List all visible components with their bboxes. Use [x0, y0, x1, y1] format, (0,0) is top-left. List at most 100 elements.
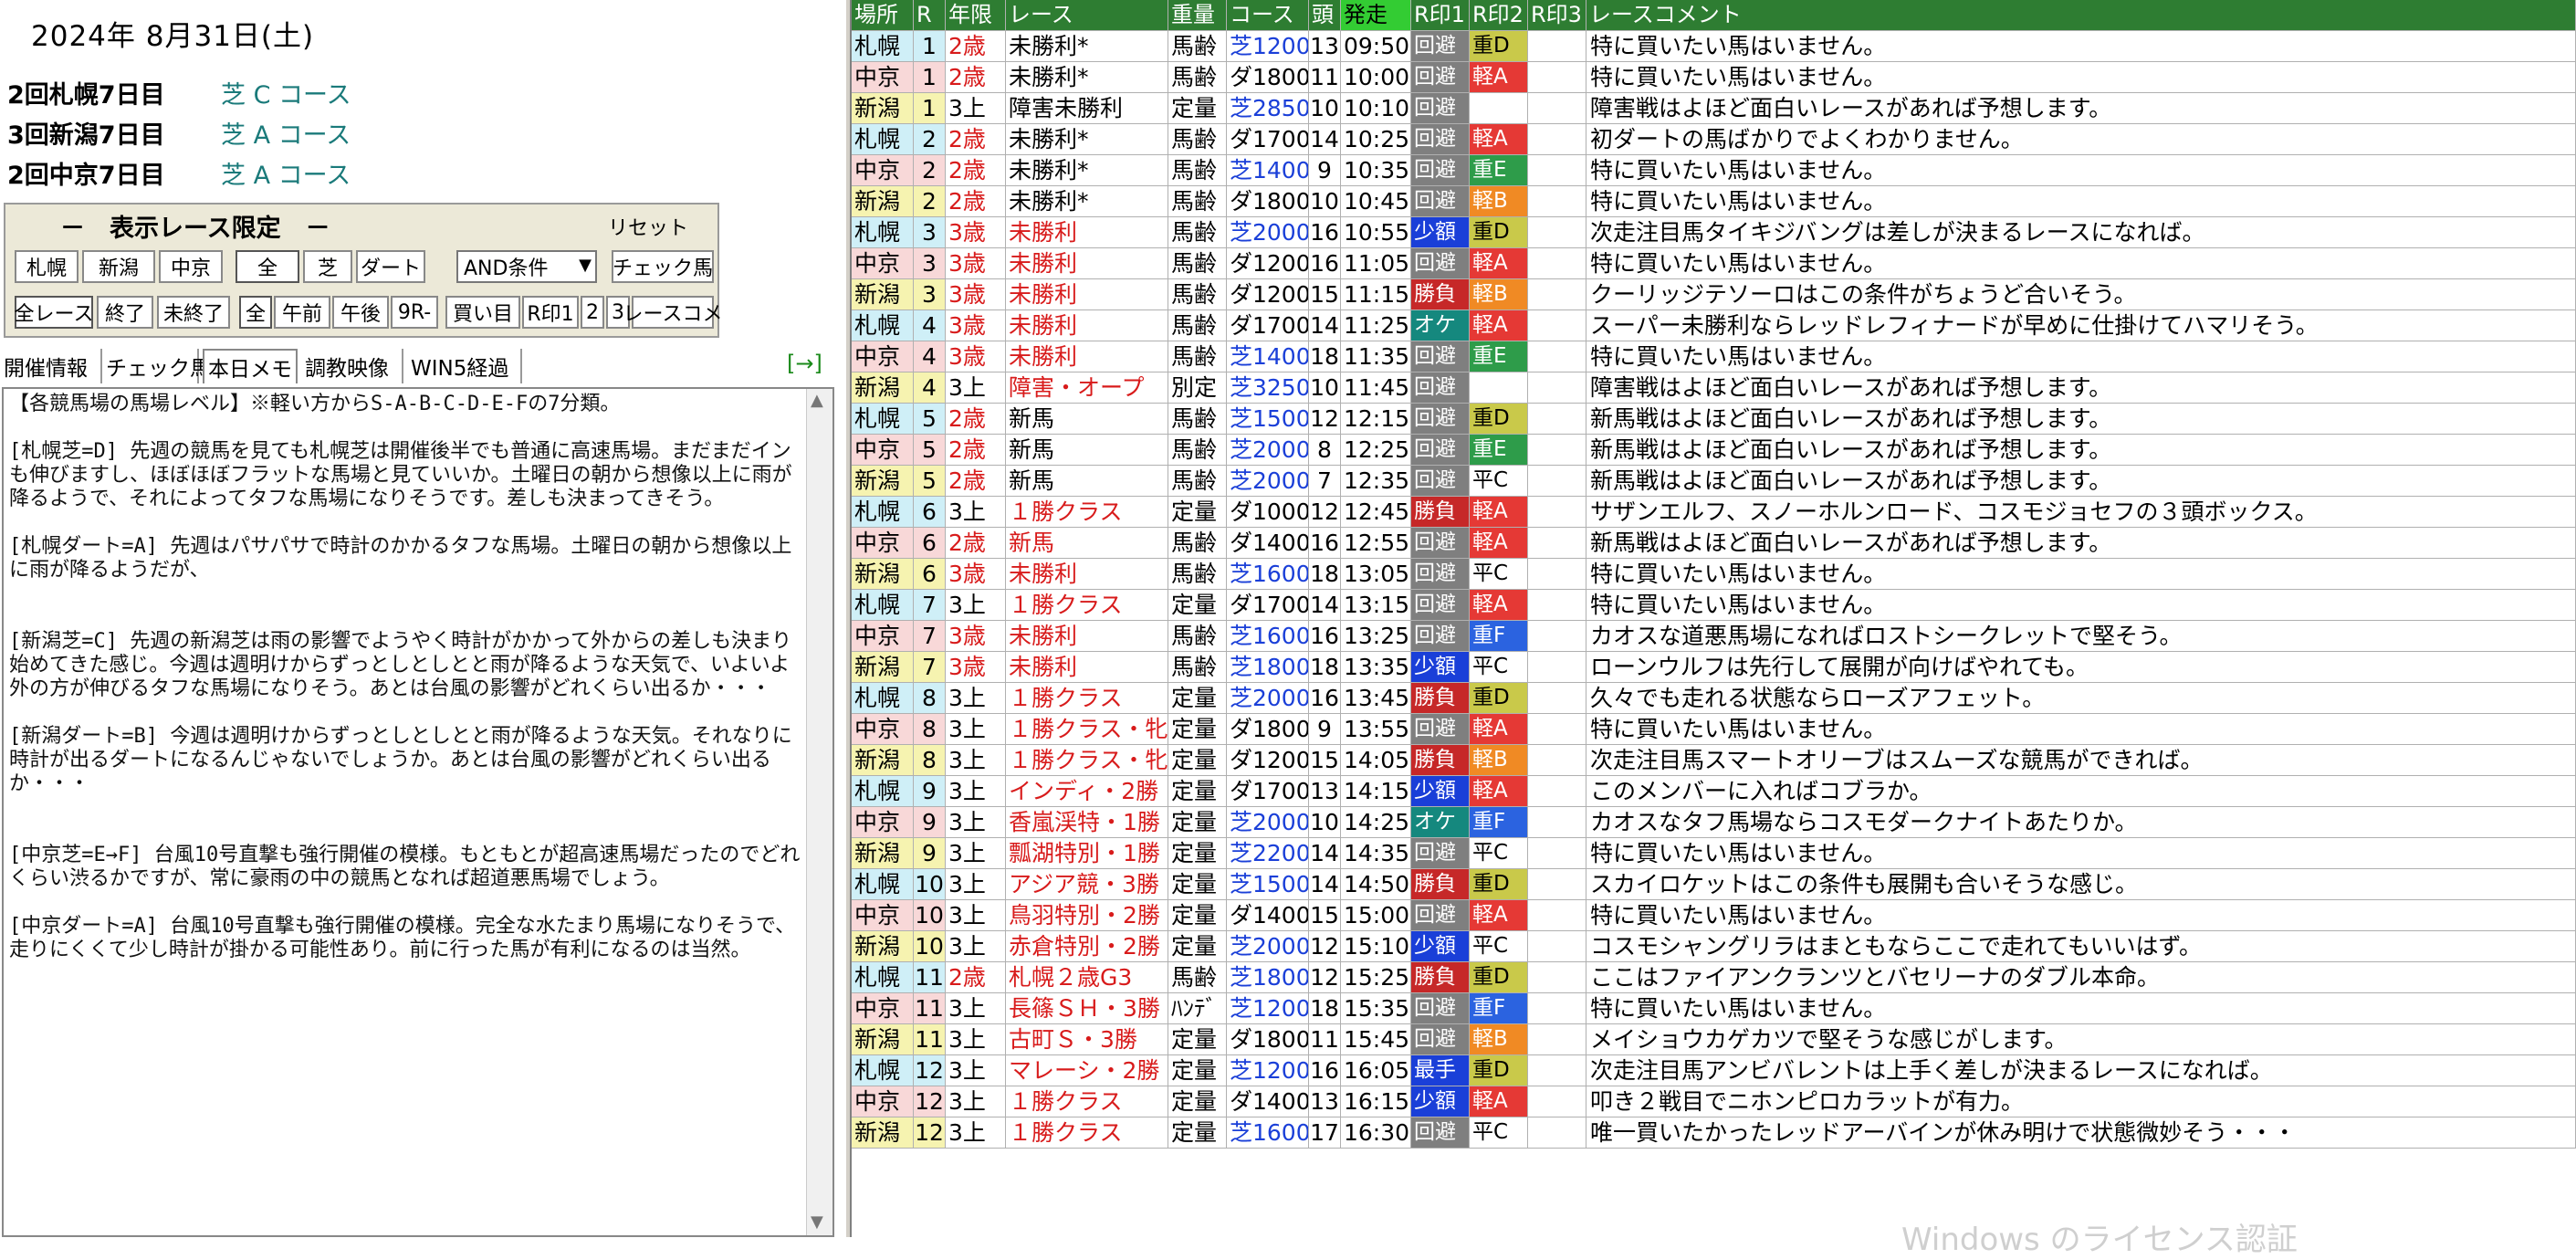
- race-comment-cell[interactable]: 障害戦はよほど面白いレースがあれば予想します。: [1586, 93, 2576, 124]
- start-time-cell[interactable]: 12:55: [1341, 528, 1411, 559]
- mark2-cell[interactable]: 軽A: [1470, 124, 1528, 155]
- weight-cell[interactable]: 馬齢: [1168, 124, 1227, 155]
- mark3-cell[interactable]: [1528, 435, 1586, 466]
- weight-cell[interactable]: 定量: [1168, 776, 1227, 807]
- age-cell[interactable]: 3上: [946, 931, 1006, 962]
- runners-cell[interactable]: 11: [1309, 62, 1341, 93]
- race-number-cell[interactable]: 4: [914, 341, 946, 372]
- mark3-cell[interactable]: [1528, 962, 1586, 993]
- race-name-cell[interactable]: 未勝利: [1006, 559, 1168, 590]
- filter-niigata-button[interactable]: 新潟: [82, 250, 155, 283]
- race-name-cell[interactable]: 未勝利: [1006, 217, 1168, 248]
- course-cell[interactable]: ダ1200: [1227, 745, 1309, 776]
- mark2-cell[interactable]: 平C: [1470, 466, 1528, 497]
- race-comment-cell[interactable]: 次走注目馬タイキジバングは差しが決まるレースになれば。: [1586, 217, 2576, 248]
- weight-cell[interactable]: 定量: [1168, 807, 1227, 838]
- mark3-cell[interactable]: [1528, 1117, 1586, 1149]
- start-time-cell[interactable]: 11:45: [1341, 372, 1411, 404]
- filter-morning-button[interactable]: 午前: [274, 296, 330, 329]
- race-number-cell[interactable]: 6: [914, 528, 946, 559]
- tab-meeting-info[interactable]: 開催情報: [0, 349, 102, 383]
- place-cell[interactable]: 札幌: [852, 683, 914, 714]
- mark2-cell[interactable]: 平C: [1470, 931, 1528, 962]
- place-cell[interactable]: 新潟: [852, 93, 914, 124]
- mark1-cell[interactable]: 回避: [1411, 93, 1470, 124]
- race-number-cell[interactable]: 6: [914, 559, 946, 590]
- start-time-cell[interactable]: 13:35: [1341, 652, 1411, 683]
- mark1-cell[interactable]: 少額: [1411, 652, 1470, 683]
- race-comment-cell[interactable]: スカイロケットはこの条件も展開も合いそうな感じ。: [1586, 869, 2576, 900]
- mark1-cell[interactable]: 勝負: [1411, 683, 1470, 714]
- place-cell[interactable]: 札幌: [852, 962, 914, 993]
- mark2-cell[interactable]: 軽B: [1470, 745, 1528, 776]
- age-cell[interactable]: 3上: [946, 900, 1006, 931]
- course-cell[interactable]: ダ1800: [1227, 62, 1309, 93]
- header-age[interactable]: 年限: [946, 0, 1006, 31]
- tab-check-horse[interactable]: チェック馬: [102, 349, 211, 383]
- course-cell[interactable]: 芝1500: [1227, 869, 1309, 900]
- reset-button[interactable]: リセット: [608, 212, 688, 241]
- mark2-cell[interactable]: 重F: [1470, 807, 1528, 838]
- start-time-cell[interactable]: 12:15: [1341, 404, 1411, 435]
- mark2-cell[interactable]: 重D: [1470, 962, 1528, 993]
- race-number-cell[interactable]: 4: [914, 372, 946, 404]
- start-time-cell[interactable]: 11:25: [1341, 310, 1411, 341]
- race-name-cell[interactable]: １勝クラス・牝: [1006, 714, 1168, 745]
- weight-cell[interactable]: 馬齢: [1168, 404, 1227, 435]
- mark1-cell[interactable]: 勝負: [1411, 745, 1470, 776]
- runners-cell[interactable]: 16: [1309, 1055, 1341, 1086]
- race-number-cell[interactable]: 11: [914, 993, 946, 1024]
- mark3-cell[interactable]: [1528, 869, 1586, 900]
- place-cell[interactable]: 新潟: [852, 838, 914, 869]
- race-comment-cell[interactable]: 特に買いたい馬はいません。: [1586, 341, 2576, 372]
- place-cell[interactable]: 札幌: [852, 31, 914, 62]
- weight-cell[interactable]: 馬齢: [1168, 341, 1227, 372]
- race-comment-cell[interactable]: 久々でも走れる状態ならローズアフェット。: [1586, 683, 2576, 714]
- header-start-time[interactable]: 発走: [1341, 0, 1411, 31]
- start-time-cell[interactable]: 13:45: [1341, 683, 1411, 714]
- race-number-cell[interactable]: 12: [914, 1055, 946, 1086]
- race-comment-cell[interactable]: 特に買いたい馬はいません。: [1586, 993, 2576, 1024]
- runners-cell[interactable]: 9: [1309, 155, 1341, 186]
- mark2-cell[interactable]: 軽B: [1470, 186, 1528, 217]
- weight-cell[interactable]: 定量: [1168, 745, 1227, 776]
- start-time-cell[interactable]: 14:35: [1341, 838, 1411, 869]
- place-cell[interactable]: 中京: [852, 621, 914, 652]
- course-cell[interactable]: 芝1600: [1227, 621, 1309, 652]
- race-name-cell[interactable]: 新馬: [1006, 466, 1168, 497]
- runners-cell[interactable]: 8: [1309, 435, 1341, 466]
- mark1-cell[interactable]: 回避: [1411, 466, 1470, 497]
- race-name-cell[interactable]: １勝クラス: [1006, 497, 1168, 528]
- race-comment-cell[interactable]: ローンウルフは先行して展開が向けばやれても。: [1586, 652, 2576, 683]
- race-comment-cell[interactable]: メイショウカゲカツで堅そうな感じがします。: [1586, 1024, 2576, 1055]
- tab-today-memo[interactable]: 本日メモ: [203, 349, 298, 383]
- place-cell[interactable]: 中京: [852, 341, 914, 372]
- mark3-cell[interactable]: [1528, 807, 1586, 838]
- start-time-cell[interactable]: 11:05: [1341, 248, 1411, 279]
- start-time-cell[interactable]: 13:25: [1341, 621, 1411, 652]
- age-cell[interactable]: 2歳: [946, 466, 1006, 497]
- place-cell[interactable]: 新潟: [852, 1024, 914, 1055]
- weight-cell[interactable]: 定量: [1168, 590, 1227, 621]
- race-number-cell[interactable]: 9: [914, 776, 946, 807]
- mark3-cell[interactable]: [1528, 155, 1586, 186]
- race-name-cell[interactable]: １勝クラス: [1006, 590, 1168, 621]
- race-name-cell[interactable]: １勝クラス: [1006, 1086, 1168, 1117]
- mark3-cell[interactable]: [1528, 621, 1586, 652]
- weight-cell[interactable]: 定量: [1168, 838, 1227, 869]
- runners-cell[interactable]: 9: [1309, 714, 1341, 745]
- place-cell[interactable]: 新潟: [852, 186, 914, 217]
- mark3-cell[interactable]: [1528, 714, 1586, 745]
- mark1-cell[interactable]: オケ: [1411, 310, 1470, 341]
- mark1-cell[interactable]: 回避: [1411, 404, 1470, 435]
- filter-chukyo-button[interactable]: 中京: [159, 250, 223, 283]
- mark2-cell[interactable]: 重D: [1470, 404, 1528, 435]
- mark2-cell[interactable]: 軽A: [1470, 497, 1528, 528]
- mark3-cell[interactable]: [1528, 124, 1586, 155]
- mark2-cell[interactable]: 平C: [1470, 838, 1528, 869]
- header-race-name[interactable]: レース: [1006, 0, 1168, 31]
- mark2-cell[interactable]: [1470, 93, 1528, 124]
- race-name-cell[interactable]: アジア競・3勝: [1006, 869, 1168, 900]
- header-place[interactable]: 場所: [852, 0, 914, 31]
- race-name-cell[interactable]: 障害・オープ: [1006, 372, 1168, 404]
